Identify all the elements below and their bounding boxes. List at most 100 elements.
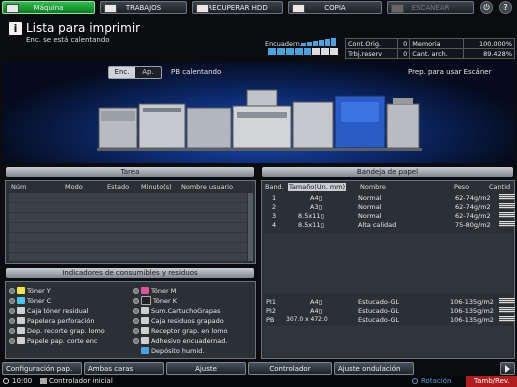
tray-weight: 62-74g/m2 bbox=[455, 212, 491, 220]
tray-paper-name: Normal bbox=[358, 212, 382, 220]
rotation-icon bbox=[412, 378, 418, 384]
tray-quantity-indicator bbox=[499, 221, 515, 227]
tarea-job-list[interactable] bbox=[9, 193, 247, 261]
trbj-reserv-label: Trbj.reserv bbox=[344, 48, 399, 59]
tarea-scrollbar[interactable] bbox=[248, 193, 253, 261]
enc-option[interactable]: Enc. bbox=[109, 67, 135, 78]
rotacion-indicator[interactable]: Rotación bbox=[410, 376, 465, 387]
ap-option[interactable]: Ap. bbox=[135, 67, 161, 78]
tray-row-3[interactable]: 3 8.5x11▯ Normal 62-74g/m2 bbox=[262, 212, 517, 220]
papele-pap-corte-indicator: Papele pap. corte enc bbox=[9, 336, 98, 345]
col-nombre: Nombre bbox=[360, 183, 386, 191]
controlador-label: Controlador bbox=[269, 364, 311, 373]
status-dot bbox=[9, 287, 15, 294]
status-dot bbox=[133, 297, 139, 304]
tray-size: 8.5x11▯ bbox=[298, 212, 325, 220]
toner-y-label: Tóner Y bbox=[27, 286, 51, 295]
trbj-reserv-value: 0 bbox=[397, 48, 411, 59]
sum-cartucho-grapas-indicator: Sum.CartuchoGrapas bbox=[133, 306, 220, 315]
configuracion-pap-label: Configuración pap. bbox=[6, 364, 73, 373]
tray-size: 307.0 x 472.0 bbox=[286, 316, 328, 323]
rotacion-label: Rotación bbox=[421, 377, 452, 385]
info-icon: i bbox=[9, 22, 22, 35]
status-dot bbox=[9, 297, 15, 304]
tray-number: PB bbox=[266, 316, 275, 324]
tray-paper-name: Normal bbox=[358, 203, 382, 211]
bandeja-header-label: Bandeja de papel bbox=[356, 168, 419, 176]
memoria-label: Memoria bbox=[409, 38, 465, 49]
tamb-rev-indicator[interactable]: Tamb/Rev. bbox=[466, 376, 517, 387]
tab-escanear[interactable]: ESCANEAR bbox=[387, 1, 474, 14]
hdd-icon bbox=[196, 4, 209, 13]
printer-system-image[interactable] bbox=[97, 78, 422, 158]
tray-row-1[interactable]: 1 A4▯ Normal 62-74g/m2 bbox=[262, 194, 517, 202]
deposito-humid-label: Depósito humid. bbox=[151, 346, 205, 355]
tray-quantity-indicator bbox=[499, 307, 515, 313]
tray-row-4[interactable]: 4 8.5x11▯ Alta calidad 75-80g/m2 bbox=[262, 221, 517, 229]
receptor-grap-lomo-indicator: Receptor grap. en lomo bbox=[133, 326, 228, 335]
cont-orig-value: 0 bbox=[397, 38, 411, 49]
tray-row-pb[interactable]: PB 307.0 x 472.0 Estucado-GL 106-135g/m2 bbox=[262, 316, 517, 324]
copy-icon bbox=[292, 4, 305, 13]
toner-m-icon bbox=[141, 287, 149, 294]
scan-icon bbox=[391, 4, 404, 13]
tray-size: A4▯ bbox=[310, 298, 323, 306]
ambas-caras-button[interactable]: Ambas caras bbox=[84, 362, 164, 375]
tray-row-pi2[interactable]: PI2 A4▯ Estucado-GL 106-135g/m2 bbox=[262, 307, 517, 315]
controller-icon bbox=[40, 378, 47, 384]
status-dot bbox=[133, 317, 139, 324]
tray-size: 8.5x11▯ bbox=[298, 221, 325, 229]
col-minutos: Minuto(s) bbox=[141, 183, 172, 191]
controller-status: Controlador inicial bbox=[49, 377, 113, 385]
status-dot bbox=[133, 327, 139, 334]
dep-recorte-label: Dep. recorte grap. lomo bbox=[27, 326, 105, 335]
toner-m-label: Tóner M bbox=[151, 286, 177, 295]
help-icon[interactable]: ? bbox=[499, 1, 512, 14]
tray-weight: 106-135g/m2 bbox=[450, 316, 494, 324]
tray-weight: 75-80g/m2 bbox=[455, 221, 491, 229]
tray-bottom-area bbox=[264, 326, 512, 356]
tab-copia[interactable]: COPIA bbox=[288, 1, 382, 14]
tray-row-pi1[interactable]: PI1 A4▯ Estucado-GL 106-135g/m2 bbox=[262, 298, 517, 306]
tray-paper-name: Estucado-GL bbox=[358, 316, 400, 324]
cant-arch-value: 89.428% bbox=[463, 48, 515, 59]
deposito-humid-indicator: Depósito humid. bbox=[133, 346, 204, 355]
clock-icon bbox=[3, 378, 9, 384]
status-dot bbox=[133, 307, 139, 314]
toner-c-icon bbox=[17, 297, 25, 304]
sum-cartucho-grapas-label: Sum.CartuchoGrapas bbox=[151, 306, 221, 315]
caja-residuos-grapado-indicator: Caja residuos grapado bbox=[133, 316, 224, 325]
caja-toner-residual-label: Caja tóner residual bbox=[27, 306, 89, 315]
tab-maquina[interactable]: Máquina bbox=[2, 1, 95, 14]
bandeja-column-headers: Band. Tamaño(Un. mm) Nombre Peso Cantid bbox=[264, 183, 514, 192]
staple-waste-icon bbox=[141, 317, 149, 324]
consumibles-header-label: Indicadores de consumibles y residuos bbox=[62, 269, 198, 277]
toner-level-bar bbox=[301, 38, 339, 46]
ajuste-ondulacion-button[interactable]: Ajuste ondulación bbox=[334, 362, 414, 375]
tray-paper-name: Estucado-GL bbox=[358, 307, 400, 315]
power-icon[interactable]: ⏻ bbox=[480, 1, 493, 14]
arrow-right-icon bbox=[505, 364, 510, 373]
toner-c-indicator: Tóner C bbox=[9, 296, 51, 305]
tray-row-2[interactable]: 2 A3▯ Normal 62-74g/m2 bbox=[262, 203, 517, 211]
tab-recuperar-hdd[interactable]: RECUPERAR HDD bbox=[192, 1, 283, 14]
tarea-column-headers: Núm Modo Estado Minuto(s) Nombre usuario bbox=[9, 183, 244, 192]
tray-number: PI2 bbox=[266, 307, 276, 315]
next-page-button[interactable] bbox=[500, 362, 515, 375]
tray-weight: 106-135g/m2 bbox=[450, 298, 494, 306]
ajuste-button[interactable]: Ajuste bbox=[166, 362, 246, 375]
tab-copia-label: COPIA bbox=[324, 3, 346, 12]
tab-trabajos[interactable]: TRABAJOS bbox=[100, 1, 187, 14]
tray-quantity-indicator bbox=[499, 212, 515, 218]
cut-paper-icon bbox=[17, 337, 25, 344]
tray-number: PI1 bbox=[266, 298, 276, 306]
controlador-button[interactable]: Controlador bbox=[248, 362, 332, 375]
bandeja-panel: Band. Tamaño(Un. mm) Nombre Peso Cantid … bbox=[261, 180, 515, 359]
papelera-perforacion-label: Papelera perforación bbox=[27, 316, 95, 325]
tray-paper-name: Alta calidad bbox=[358, 221, 397, 229]
configuracion-pap-button[interactable]: Configuración pap. bbox=[2, 362, 82, 375]
tray-paper-name: Estucado-GL bbox=[358, 298, 400, 306]
tray-size: A4▯ bbox=[310, 194, 323, 202]
consumibles-header: Indicadores de consumibles y residuos bbox=[6, 268, 254, 278]
scanner-status-text: Prep. para usar Escáner bbox=[408, 68, 492, 76]
